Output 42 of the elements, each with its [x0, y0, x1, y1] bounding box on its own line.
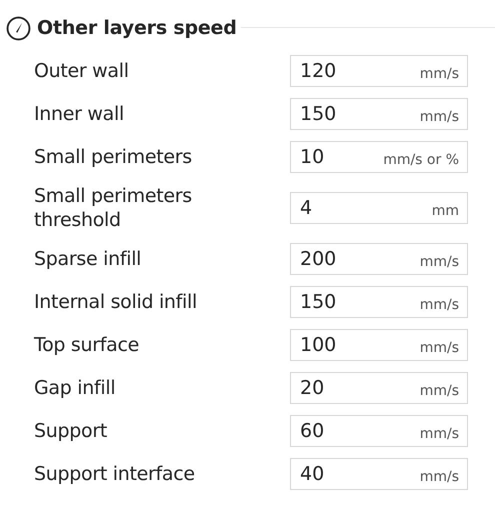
- field-value: 120: [300, 60, 336, 82]
- unit-label: mm/s or %: [383, 152, 459, 168]
- setting-label: Internal solid infill: [34, 290, 198, 314]
- unit-label: mm/s: [420, 426, 459, 442]
- input-field[interactable]: 4 mm: [290, 192, 468, 224]
- section-title: Other layers speed: [37, 17, 237, 39]
- input-field[interactable]: 40 mm/s: [290, 458, 468, 490]
- input-field[interactable]: 150 mm/s: [290, 98, 468, 130]
- unit-label: mm/s: [420, 340, 459, 356]
- input-field[interactable]: 200 mm/s: [290, 243, 468, 275]
- field-value: 60: [300, 420, 324, 442]
- input-field[interactable]: 20 mm/s: [290, 372, 468, 404]
- input-field[interactable]: 60 mm/s: [290, 415, 468, 447]
- setting-label: Top surface: [34, 333, 140, 357]
- unit-label: mm/s: [420, 469, 459, 485]
- unit-label: mm/s: [420, 109, 459, 125]
- field-value: 40: [300, 463, 324, 485]
- setting-label: Outer wall: [34, 59, 130, 83]
- input-field[interactable]: 150 mm/s: [290, 286, 468, 318]
- field-value: 200: [300, 248, 336, 270]
- input-field[interactable]: 120 mm/s: [290, 55, 468, 87]
- setting-label: Support: [34, 419, 108, 443]
- unit-label: mm/s: [420, 254, 459, 270]
- unit-label: mm: [432, 203, 459, 219]
- unit-label: mm/s: [420, 297, 459, 313]
- field-value: 4: [300, 197, 312, 219]
- field-value: 100: [300, 334, 336, 356]
- setting-label: Inner wall: [34, 102, 125, 126]
- setting-label: Gap infill: [34, 376, 116, 400]
- unit-label: mm/s: [420, 66, 459, 82]
- unit-label: mm/s: [420, 383, 459, 399]
- input-field[interactable]: 10 mm/s or %: [290, 141, 468, 173]
- input-field[interactable]: 100 mm/s: [290, 329, 468, 361]
- field-value: 150: [300, 291, 336, 313]
- setting-label: Sparse infill: [34, 247, 142, 271]
- field-value: 10: [300, 146, 324, 168]
- gauge-icon: [6, 16, 31, 40]
- setting-label: Small perimeters: [34, 145, 193, 169]
- setting-label: Small perimeters threshold: [34, 184, 193, 232]
- field-value: 150: [300, 103, 336, 125]
- setting-label: Support interface: [34, 462, 196, 486]
- field-value: 20: [300, 377, 324, 399]
